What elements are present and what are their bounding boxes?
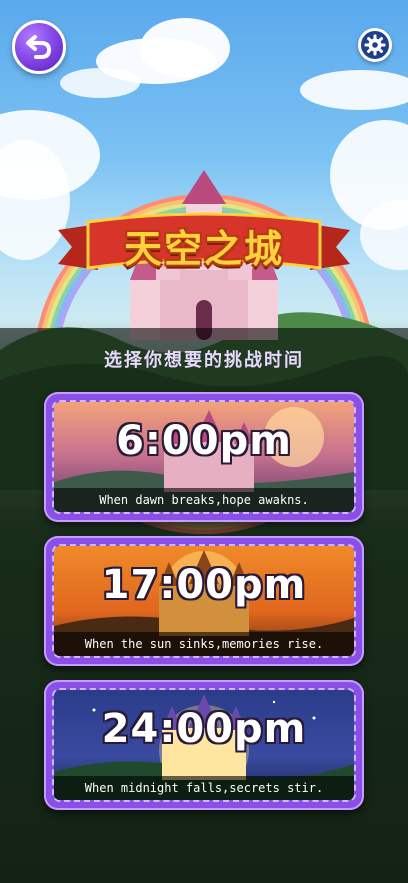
card-time-label: 17:00pm xyxy=(101,562,307,608)
card-frame: 17:00pm When the sun sinks,memories rise… xyxy=(52,544,356,658)
game-title: 天空之城 xyxy=(123,226,284,271)
cloud xyxy=(300,70,408,110)
card-time-label: 6:00pm xyxy=(116,418,292,464)
time-card-dawn[interactable]: 6:00pm When dawn breaks,hope awakns. xyxy=(44,392,364,522)
card-frame: 24:00pm When midnight falls,secrets stir… xyxy=(52,688,356,802)
card-caption: When midnight falls,secrets stir. xyxy=(54,776,354,800)
card-time-label: 24:00pm xyxy=(101,706,307,752)
challenge-time-prompt: 选择你想要的挑战时间 xyxy=(104,350,304,371)
time-card-midnight[interactable]: 24:00pm When midnight falls,secrets stir… xyxy=(44,680,364,810)
card-caption: When dawn breaks,hope awakns. xyxy=(54,488,354,512)
title-banner: 天空之城 xyxy=(58,212,350,278)
time-card-sunset[interactable]: 17:00pm When the sun sinks,memories rise… xyxy=(44,536,364,666)
cloud xyxy=(140,18,230,78)
cloud xyxy=(60,68,140,98)
gear-icon xyxy=(364,34,386,56)
card-caption: When the sun sinks,memories rise. xyxy=(54,632,354,656)
back-button[interactable] xyxy=(12,20,66,74)
settings-button[interactable] xyxy=(358,28,392,62)
card-frame: 6:00pm When dawn breaks,hope awakns. xyxy=(52,400,356,514)
undo-arrow-icon xyxy=(26,35,52,59)
